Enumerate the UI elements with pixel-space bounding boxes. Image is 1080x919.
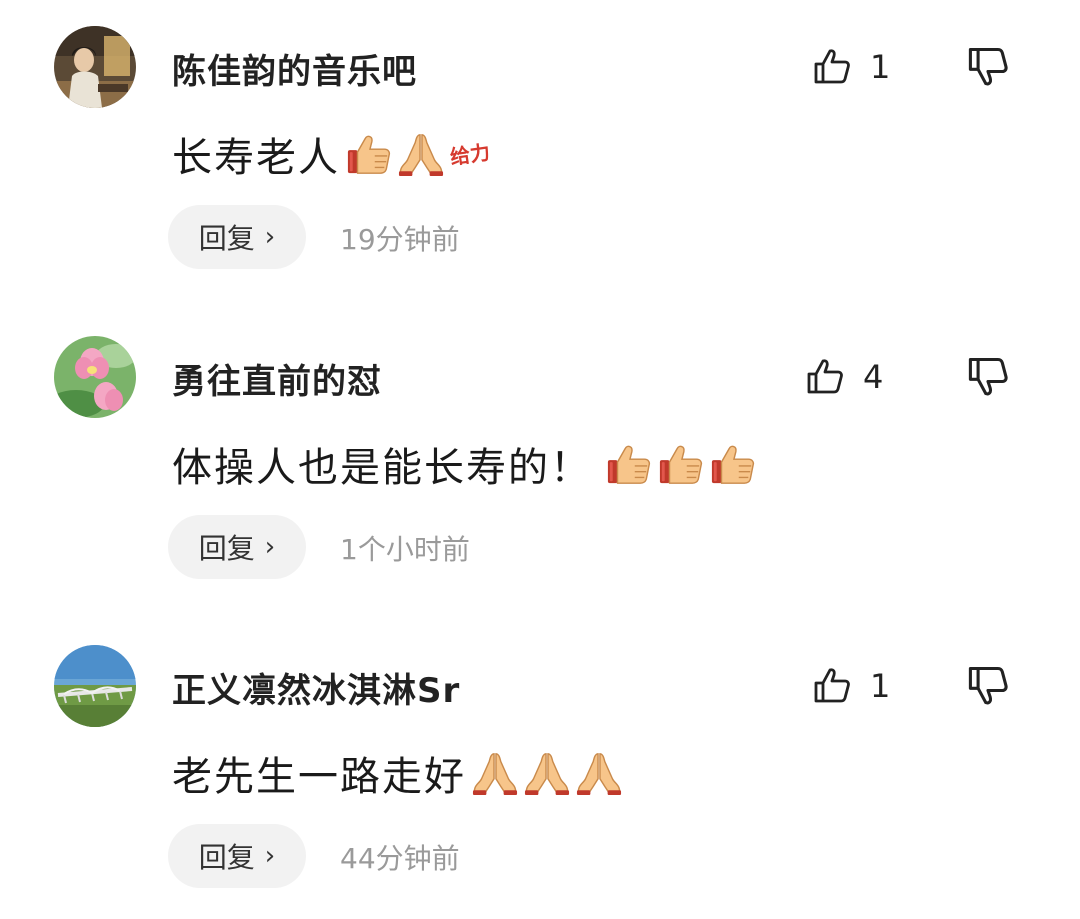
- thumbs-up-emoji-icon: [658, 441, 704, 487]
- chevron-right-icon: ›: [264, 841, 276, 871]
- like-button[interactable]: 1: [812, 42, 890, 92]
- thumbs-up-emoji-icon: [710, 441, 756, 487]
- thumbs-up-emoji-icon: [346, 131, 392, 177]
- like-button[interactable]: 4: [805, 352, 883, 402]
- avatar[interactable]: [54, 26, 136, 108]
- avatar[interactable]: [54, 336, 136, 418]
- folded-hands-emoji-icon: [524, 750, 570, 796]
- avatar[interactable]: [54, 645, 136, 727]
- username[interactable]: 正义凛然冰淇淋Sr: [172, 663, 460, 712]
- thumbs-down-outline-icon: [966, 663, 1010, 707]
- like-count: 1: [870, 48, 891, 86]
- thumbs-up-emoji-icon: [606, 441, 652, 487]
- like-button[interactable]: 1: [812, 661, 890, 711]
- comment-text: 长寿老人: [172, 135, 340, 181]
- comment-text: 老先生一路走好: [172, 754, 466, 800]
- reply-button[interactable]: 回复 ›: [168, 824, 306, 888]
- thumbs-up-outline-icon: [805, 357, 845, 397]
- dislike-button[interactable]: [966, 354, 1010, 398]
- comment-content: 老先生一路走好: [172, 745, 622, 801]
- reply-button[interactable]: 回复 ›: [168, 515, 306, 579]
- thumbs-up-outline-icon: [812, 47, 852, 87]
- thumbs-up-outline-icon: [812, 666, 852, 706]
- reply-label: 回复: [198, 222, 255, 255]
- timestamp: 44分钟前: [340, 842, 460, 875]
- dislike-button[interactable]: [966, 44, 1010, 88]
- reply-button[interactable]: 回复 ›: [168, 205, 306, 269]
- geili-sticker-icon: 给力: [448, 131, 500, 177]
- comment-item: 正义凛然冰淇淋Sr 1 老先生一路走好 回复 › 44分钟前: [0, 619, 1080, 919]
- dislike-button[interactable]: [966, 663, 1010, 707]
- timestamp: 1个小时前: [340, 533, 470, 566]
- chevron-right-icon: ›: [264, 532, 276, 562]
- folded-hands-emoji-icon: [576, 750, 622, 796]
- like-count: 4: [863, 358, 884, 396]
- thumbs-down-outline-icon: [966, 354, 1010, 398]
- folded-hands-emoji-icon: [472, 750, 518, 796]
- folded-hands-emoji-icon: [398, 131, 444, 177]
- reply-label: 回复: [198, 841, 255, 874]
- username[interactable]: 勇往直前的怼: [172, 354, 382, 403]
- chevron-right-icon: ›: [264, 222, 276, 252]
- username[interactable]: 陈佳韵的音乐吧: [172, 44, 417, 93]
- comment-content: 长寿老人 给力: [172, 126, 500, 182]
- comment-content: 体操人也是能长寿的！: [172, 436, 756, 492]
- timestamp: 19分钟前: [340, 223, 460, 256]
- comment-item: 陈佳韵的音乐吧 1 长寿老人 给力 回复 › 19分钟前: [0, 0, 1080, 300]
- like-count: 1: [870, 667, 891, 705]
- reply-label: 回复: [198, 532, 255, 565]
- svg-text:给力: 给力: [449, 140, 492, 169]
- comment-text: 体操人也是能长寿的！: [172, 445, 592, 491]
- thumbs-down-outline-icon: [966, 44, 1010, 88]
- comment-item: 勇往直前的怼 4 体操人也是能长寿的！ 回复 › 1个小时前: [0, 310, 1080, 610]
